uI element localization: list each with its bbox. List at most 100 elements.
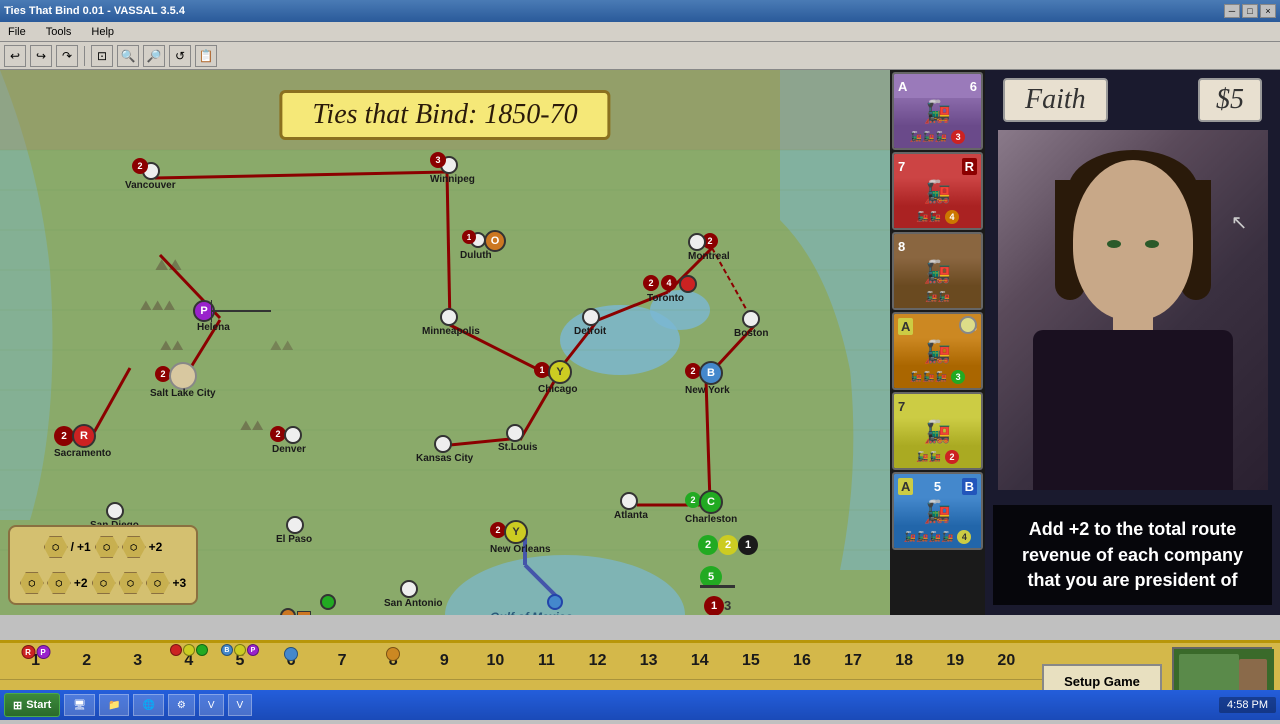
sanantonio-label: San Antonio [384,598,443,609]
card-brown-top: 8 [894,234,981,258]
slc-label: Salt Lake City [150,388,216,399]
card-orange-body: 🚂 [894,338,981,366]
score-num-18: 18 [895,652,913,670]
score-num-13: 13 [640,652,658,670]
help-menu[interactable]: Help [87,25,118,39]
score-cell-15: 15 [725,643,776,679]
menu-bar: File Tools Help [0,22,1280,42]
score-num-19: 19 [946,652,964,670]
slc-circle [169,362,197,390]
close-button[interactable]: × [1260,4,1276,18]
taskbar-left: ⊞ Start 🖥 📁 🌐 ⚙ V V [4,693,252,717]
card-red-top: 7 R [894,154,981,178]
score-cell-4: 4 [163,643,214,679]
portrait-eyes [1107,240,1159,248]
detroit-label: Detroit [574,326,606,337]
company-card-purple[interactable]: A 6 🚂 🚂🚂🚂 3 [892,72,983,150]
start-button[interactable]: ⊞ Start [4,693,60,717]
info-button[interactable]: 📋 [195,45,217,67]
rotate-button[interactable]: ↺ [169,45,191,67]
legend-value-4: +3 [173,576,187,590]
card-blue-train-icon: 🚂 [924,499,951,525]
company-card-brown[interactable]: 8 🚂 🚂🚂 [892,232,983,310]
minimize-button[interactable]: ─ [1224,4,1240,18]
cursor-indicator: ↖ [1231,210,1248,235]
score-token-8 [386,647,400,661]
zoom-to-fit-button[interactable]: ⊡ [91,45,113,67]
step-button[interactable]: ↷ [56,45,78,67]
minneapolis-label: Minneapolis [422,326,480,337]
charleston-label: Charleston [685,514,737,525]
card-yellow-bottom: 🚂🚂 2 [894,446,981,468]
zoom-in-button[interactable]: 🔎 [143,45,165,67]
taskbar-app-3[interactable]: 🌐 [133,694,163,716]
taskbar-app-5[interactable]: V [199,694,224,716]
card-red-bottom: 🚂🚂 4 [894,206,981,228]
window-controls[interactable]: ─ □ × [1224,4,1276,18]
hex-icon-3: ⬡ [122,536,146,558]
sacramento-badge: 2 [54,426,74,446]
card-yellow-body: 🚂 [894,418,981,446]
company-cards: A 6 🚂 🚂🚂🚂 3 7 R 🚂 [890,70,985,615]
score-cell-5: 5 B P [214,643,265,679]
card-purple-bottom: 🚂🚂🚂 3 [894,126,981,148]
toronto-circle [679,275,697,293]
score-cell-20: 20 [981,643,1032,679]
taskbar-app-4[interactable]: ⚙ [168,694,195,716]
ability-text-box: Add +2 to the total route revenue of eac… [993,505,1272,605]
tools-menu[interactable]: Tools [42,25,76,39]
svg-text:⛰⛰: ⛰⛰ [270,337,294,353]
card-orange-badge: 3 [951,370,965,384]
legend-value-2: +2 [149,540,163,554]
right-panel: A 6 🚂 🚂🚂🚂 3 7 R 🚂 [890,70,1280,615]
hex-icon-2: ⬡ [95,536,119,558]
score-cell-6: 6 [265,643,316,679]
atlanta-label: Atlanta [614,510,648,521]
legend-box: ⬡ / +1 ⬡ ⬡ +2 ⬡ ⬡ +2 ⬡ ⬡ ⬡ +3 [8,525,198,605]
card-yellow-num: 7 [898,399,905,414]
zoom-out-button[interactable]: 🔍 [117,45,139,67]
toronto-badge: 4 [661,275,677,291]
card-red-num: 7 [898,159,905,174]
score-cell-2: 2 [61,643,112,679]
map-area[interactable]: ⛰⛰ ⛰⛰⛰ ⛰⛰ ⛰⛰ ⛰⛰ [0,70,890,615]
legend-value-3: +2 [74,576,88,590]
card-red-train-icon: 🚂 [924,179,951,205]
card-purple-badge: 3 [951,130,965,144]
score-token-4b [183,644,195,656]
duluth-badge: 1 [462,230,476,244]
toolbar-sep1 [84,46,85,66]
taskbar-app-2[interactable]: 📁 [99,694,129,716]
green-marker [320,594,336,610]
taskbar-right: 4:58 PM [1219,697,1276,713]
company-card-orange[interactable]: A 6 🚂 🚂🚂🚂 3 [892,312,983,390]
legend-value-1: +1 [77,540,91,554]
game-title: Ties that Bind: 1850-70 [279,90,610,140]
company-card-blue[interactable]: A 5 B 🚂 🚂🚂🚂🚂 4 [892,472,983,550]
legend-item-4: ⬡ ⬡ ⬡ +3 [92,572,187,594]
window-title: Ties That Bind 0.01 - VASSAL 3.5.4 [4,5,185,17]
svg-text:⛰⛰⛰: ⛰⛰⛰ [140,297,176,313]
helena-label: Helena [197,322,230,333]
clock: 4:58 PM [1219,697,1276,713]
taskbar-app-6[interactable]: V [228,694,253,716]
company-card-red[interactable]: 7 R 🚂 🚂🚂 4 [892,152,983,230]
score-num-2b: 2 [718,535,738,555]
maximize-button[interactable]: □ [1242,4,1258,18]
taskbar-app-1[interactable]: 🖥 [64,694,95,716]
card-yellow-badge: 2 [945,450,959,464]
winnipeg-badge: 3 [430,152,446,168]
file-menu[interactable]: File [4,25,30,39]
redo-button[interactable]: ↪ [30,45,52,67]
score-num-15: 15 [742,652,760,670]
undo-button[interactable]: ↩ [4,45,26,67]
hex-icon-5: ⬡ [47,572,71,594]
score-cell-1: 1 R P [10,643,61,679]
score-dash [700,585,735,588]
vancouver-label: Vancouver [125,180,176,191]
card-orange-trains: 🚂🚂🚂 [910,372,947,383]
card-purple-train-icon: 🚂 [924,99,951,125]
legend-item-1: ⬡ / +1 [44,536,91,558]
company-card-yellow[interactable]: 7 🚂 🚂🚂 2 [892,392,983,470]
orange-circle [959,316,977,334]
